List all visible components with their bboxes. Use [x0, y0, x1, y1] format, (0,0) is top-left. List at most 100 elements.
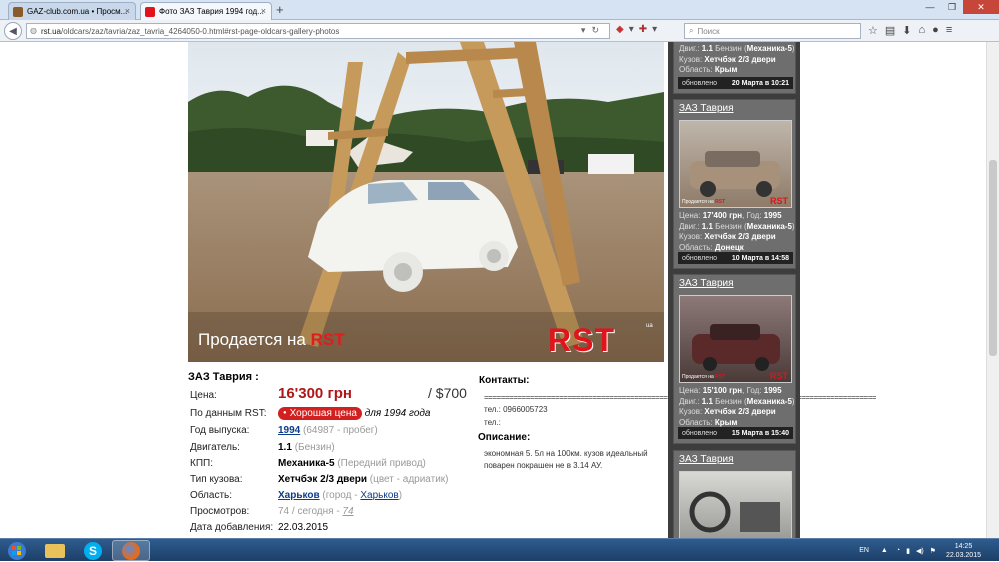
gear-value: Механика-5 [746, 44, 792, 53]
updated-label: обновлено [682, 79, 717, 87]
caption-prefix: Продается на [198, 330, 311, 349]
year-value: 1995 [763, 386, 782, 395]
caption-brand: RST [310, 330, 345, 349]
clock-time: 14:25 [954, 542, 973, 550]
gear-value: Механика-5 [746, 221, 792, 231]
updated-date: 15 Марта в 15:40 [731, 429, 789, 437]
card-footer: обновлено 10 Марта в 14:58 [678, 252, 793, 264]
price-label: Цена: [679, 386, 701, 395]
thumb-caption-brand: RST [715, 199, 726, 205]
region-link[interactable]: Харьков [278, 490, 320, 501]
address-bar[interactable]: ◍ rst.ua/oldcars/zaz/tavria/zaz_tavria_4… [26, 23, 610, 39]
browser-nav-bar: ◀ ◍ rst.ua/oldcars/zaz/tavria/zaz_tavria… [0, 20, 999, 42]
gearbox-value: Механика-5 [278, 458, 335, 469]
listing-card[interactable]: ЗАЗ Таврия [673, 450, 796, 538]
body-label: Кузов: [679, 407, 703, 416]
new-tab-button[interactable]: + [276, 2, 284, 17]
language-indicator[interactable]: EN [859, 547, 869, 554]
search-icon: ⌕ [689, 26, 694, 35]
chat-icon[interactable]: ● [932, 24, 939, 37]
signal-icon[interactable]: ▮ [906, 547, 910, 555]
region-label: Область: [679, 242, 713, 252]
menu-icon[interactable]: ≡ [946, 24, 952, 37]
dropdown-arrow-icon[interactable]: ▾ [581, 25, 592, 35]
download-icon[interactable]: ⬇ [902, 24, 911, 37]
card-thumbnail[interactable]: Продается на RST RST [679, 120, 792, 208]
close-window-icon[interactable]: ✕ [963, 0, 999, 14]
flag-icon[interactable]: ⚑ [930, 547, 936, 555]
engine-value: 1.1 [701, 396, 713, 406]
tab-gaz-club[interactable]: GAZ-club.com.ua • Просм... × [8, 2, 136, 20]
city-link[interactable]: Харьков [360, 490, 398, 501]
car-photo[interactable] [188, 42, 664, 362]
addon-dropdown-icon[interactable]: ▾ [629, 24, 639, 35]
thumb-caption: Продается на RST [682, 374, 725, 380]
tab-rst-photo[interactable]: Фото ЗАЗ Таврия 1994 год... × [140, 2, 272, 20]
volume-icon[interactable]: ◀) [916, 547, 924, 555]
phone-1[interactable]: тел.: 0966005723 [484, 405, 548, 414]
region-label: Область: [190, 490, 233, 501]
windows-logo-icon [8, 541, 26, 560]
page-scrollbar[interactable] [986, 42, 999, 538]
minimize-icon[interactable]: — [919, 0, 941, 14]
body-label: Кузов: [679, 54, 703, 64]
clock[interactable]: 14:25 22.03.2015 [946, 542, 981, 560]
thumb-logo: RST [770, 371, 788, 381]
added-label: Дата добавления: [190, 522, 274, 533]
body-value: Хетчбэк 2/3 двери [704, 232, 776, 241]
card-title-link[interactable]: ЗАЗ Таврия [679, 454, 734, 465]
card-footer: обновлено 15 Марта в 15:40 [678, 427, 793, 439]
engine-label: Двиг.: [679, 44, 700, 53]
card-thumbnail[interactable]: Продается на RST RST [679, 295, 792, 383]
thumb-caption-text: Продается на [682, 374, 716, 380]
close-tab-icon[interactable]: × [261, 6, 266, 16]
fuel-value: Бензин ( [712, 221, 747, 231]
year-label: , Год: [742, 386, 762, 395]
card-footer: обновлено 20 Марта в 10:21 [678, 77, 793, 89]
bookmark-star-icon[interactable]: ☆ [868, 24, 878, 37]
color-value: (цвет - адриатик) [369, 474, 449, 485]
listing-card-partial[interactable]: Двиг.: 1.1 Бензин (Механика-5) Кузов: Хе… [673, 42, 796, 94]
addon2-icon[interactable]: ✚ [639, 24, 652, 35]
close-tab-icon[interactable]: × [125, 6, 130, 16]
rst-label: По данным RST: [190, 408, 267, 419]
explorer-taskbar-button[interactable] [36, 540, 74, 561]
start-button[interactable] [2, 539, 32, 562]
bookmarks-list-icon[interactable]: ▤ [885, 24, 895, 37]
network-icon[interactable]: ◔ [896, 547, 900, 554]
folder-icon [45, 543, 65, 558]
home-icon[interactable]: ⌂ [919, 24, 926, 37]
listing-card[interactable]: ЗАЗ Таврия Продается на RST RST Цена: 15… [673, 274, 796, 444]
page-viewport: Продается на RST RST ua ЗАЗ Таврия : Цен… [0, 42, 999, 538]
listing-card[interactable]: ЗАЗ Таврия Продается на RST RST Цена: 17… [673, 99, 796, 269]
windows-taskbar: S EN ▲ ◔ ▮ ◀) ⚑ 14:25 22.03.2015 [0, 538, 999, 561]
year-label: Год выпуска: [190, 425, 250, 436]
thumb-caption-brand: RST [715, 374, 726, 380]
scrollbar-thumb[interactable] [989, 160, 997, 356]
thumb-caption: Продается на RST [682, 199, 725, 205]
paren: ) [791, 396, 795, 406]
tray-arrow-icon[interactable]: ▲ [881, 547, 888, 554]
year-link[interactable]: 1994 [278, 425, 300, 436]
firefox-taskbar-button[interactable] [112, 540, 150, 561]
skype-taskbar-button[interactable]: S [74, 540, 112, 561]
tab-label: GAZ-club.com.ua • Просм... [27, 7, 128, 16]
back-arrow-icon[interactable]: ◀ [4, 22, 22, 40]
card-info: Цена: 17'400 грн, Год: 1995 Двиг.: 1.1 Б… [679, 211, 795, 253]
gearbox-label: КПП: [190, 458, 213, 469]
search-input[interactable]: ⌕ Поиск [684, 23, 861, 39]
card-thumbnail[interactable] [679, 471, 792, 538]
body-value: Хетчбэк 2/3 двери [278, 474, 368, 485]
added-date: 22.03.2015 [278, 522, 329, 533]
card-title-link[interactable]: ЗАЗ Таврия [679, 103, 734, 114]
window-controls: — ❐ ✕ [919, 0, 999, 14]
engine-value: 1.1 [278, 442, 292, 453]
addon2-dropdown-icon[interactable]: ▾ [652, 24, 662, 35]
tab-label: Фото ЗАЗ Таврия 1994 год... [159, 7, 264, 16]
phone-2: тел.: [484, 418, 501, 427]
maximize-icon[interactable]: ❐ [941, 0, 963, 14]
gaz-club-favicon-icon [13, 6, 23, 17]
card-title-link[interactable]: ЗАЗ Таврия [679, 278, 734, 289]
reload-icon[interactable]: ↻ [591, 25, 605, 35]
addon-icon[interactable]: ◆ [616, 24, 629, 35]
